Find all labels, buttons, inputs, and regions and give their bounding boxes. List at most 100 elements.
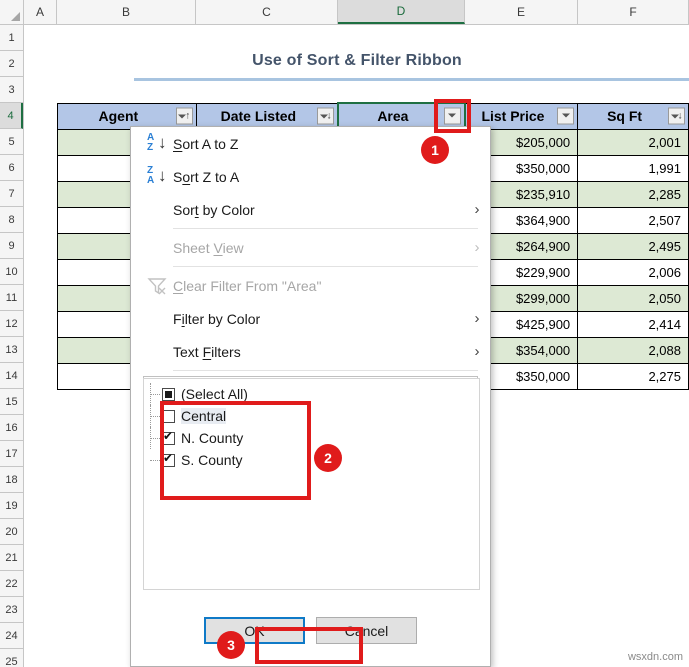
row-header-23[interactable]: 23 [0, 597, 23, 623]
dialog-button-row: OK Cancel [131, 617, 490, 644]
row-header-5[interactable]: 5 [0, 129, 23, 155]
row-header-17-label: 17 [5, 447, 18, 460]
row-header-12[interactable]: 12 [0, 311, 23, 337]
menu-item-filter-by-color[interactable]: Filter by Color › [131, 302, 490, 335]
menu-item-clear-filter[interactable]: Clear Filter From "Area" [131, 269, 490, 302]
row-header-21[interactable]: 21 [0, 545, 23, 571]
menu-item-sheet-view[interactable]: Sheet View › [131, 231, 490, 264]
list-item-select-all[interactable]: (Select All) [144, 383, 479, 405]
column-header-f-label: F [629, 5, 637, 19]
table-header-sq-ft-label: Sq Ft [607, 108, 643, 124]
table-header-list-price-label: List Price [481, 108, 545, 124]
row-header-4[interactable]: 4 [0, 103, 23, 129]
row-header-15[interactable]: 15 [0, 389, 23, 415]
chevron-right-icon: › [474, 201, 480, 218]
cancel-button[interactable]: Cancel [316, 617, 417, 644]
row-header-3[interactable]: 3 [0, 77, 23, 103]
column-header-strip: A B C D E F [0, 0, 689, 25]
row-header-9[interactable]: 9 [0, 233, 23, 259]
cell-sq-ft: 2,275 [577, 362, 689, 390]
row-header-19[interactable]: 19 [0, 493, 23, 519]
column-header-d[interactable]: D [338, 0, 465, 24]
column-header-c[interactable]: C [196, 0, 338, 24]
list-item-s-county[interactable]: S. County [144, 449, 479, 471]
cell-sq-ft: 2,088 [577, 336, 689, 364]
row-header-13-label: 13 [5, 343, 18, 356]
filter-button-area[interactable] [443, 107, 461, 125]
tree-connector [150, 394, 160, 396]
list-item-n-county-label: N. County [181, 430, 244, 446]
menu-item-sort-z-to-a[interactable]: Z A ↓ Sort Z to A [131, 160, 490, 193]
table-header-sq-ft: Sq Ft ↓ [577, 102, 689, 130]
checkbox-n-county[interactable] [162, 429, 175, 445]
cell-sq-ft: 2,006 [577, 258, 689, 286]
column-header-a[interactable]: A [24, 0, 57, 24]
checkbox-s-county[interactable] [162, 451, 175, 467]
cell-sq-ft: 2,050 [577, 284, 689, 312]
filter-button-agent[interactable]: ↑ [175, 107, 193, 125]
row-header-10-label: 10 [5, 265, 18, 278]
corner-triangle-icon [11, 12, 20, 21]
row-header-1-label: 1 [8, 31, 15, 44]
row-header-10[interactable]: 10 [0, 259, 23, 285]
row-header-13[interactable]: 13 [0, 337, 23, 363]
filter-dropdown-panel: A Z ↓ Sort A to Z Z A ↓ Sort Z to A Sort by … [130, 126, 491, 667]
list-item-select-all-label: (Select All) [181, 386, 248, 402]
cell-sq-ft: 1,991 [577, 154, 689, 182]
row-header-19-label: 19 [5, 499, 18, 512]
row-header-25-label: 25 [5, 655, 18, 667]
row-header-11-label: 11 [5, 291, 18, 304]
column-header-b[interactable]: B [57, 0, 196, 24]
row-header-1[interactable]: 1 [0, 25, 23, 51]
tree-connector [150, 460, 160, 462]
filter-value-list[interactable]: (Select All) Central N. County S. County [143, 378, 480, 590]
menu-item-sort-z-to-a-label: Sort Z to A [173, 168, 240, 185]
filter-button-list-price[interactable] [557, 107, 575, 125]
tree-connector [150, 438, 160, 440]
row-header-16-label: 16 [5, 421, 18, 434]
row-header-4-label: 4 [7, 109, 14, 122]
filter-button-sq-ft[interactable]: ↓ [668, 107, 685, 125]
row-header-11[interactable]: 11 [0, 285, 23, 311]
menu-item-sort-by-color[interactable]: Sort by Color › [131, 193, 490, 226]
row-header-24-label: 24 [5, 629, 18, 642]
watermark: wsxdn.com [627, 651, 683, 663]
title-underline-rule [134, 78, 689, 81]
row-header-16[interactable]: 16 [0, 415, 23, 441]
select-all-corner[interactable] [0, 0, 24, 24]
checkbox-select-all[interactable] [162, 387, 175, 401]
row-header-22[interactable]: 22 [0, 571, 23, 597]
row-header-25[interactable]: 25 [0, 649, 23, 667]
annotation-badge-3: 3 [217, 631, 245, 659]
chevron-right-icon: › [474, 343, 480, 360]
list-item-s-county-label: S. County [181, 452, 243, 468]
tree-connector [150, 416, 160, 418]
table-header-date-listed-label: Date Listed [220, 108, 297, 124]
row-header-14[interactable]: 14 [0, 363, 23, 389]
row-header-8[interactable]: 8 [0, 207, 23, 233]
row-header-23-label: 23 [5, 603, 18, 616]
column-header-a-label: A [35, 5, 44, 19]
row-header-22-label: 22 [5, 577, 18, 590]
list-item-central[interactable]: Central [144, 405, 479, 427]
row-header-7[interactable]: 7 [0, 181, 23, 207]
row-header-18[interactable]: 18 [0, 467, 23, 493]
sort-ascending-icon: A Z ↓ [147, 131, 167, 153]
cell-sq-ft: 2,507 [577, 206, 689, 234]
list-item-n-county[interactable]: N. County [144, 427, 479, 449]
row-header-12-label: 12 [5, 317, 18, 330]
row-header-20[interactable]: 20 [0, 519, 23, 545]
menu-item-text-filters[interactable]: Text Filters › [131, 335, 490, 368]
row-header-6[interactable]: 6 [0, 155, 23, 181]
row-header-24[interactable]: 24 [0, 623, 23, 649]
column-header-f[interactable]: F [578, 0, 689, 24]
excel-window: A B C D E F 1 2 3 4 5 6 7 8 9 10 11 12 1… [0, 0, 689, 667]
checkbox-central[interactable] [162, 409, 175, 423]
chevron-right-icon: › [474, 310, 480, 327]
column-header-e[interactable]: E [465, 0, 578, 24]
filter-button-date-listed[interactable]: ↓ [317, 107, 335, 125]
row-header-2[interactable]: 2 [0, 51, 23, 77]
menu-item-sheet-view-label: Sheet View [173, 239, 244, 256]
row-header-17[interactable]: 17 [0, 441, 23, 467]
cell-sq-ft: 2,001 [577, 128, 689, 156]
